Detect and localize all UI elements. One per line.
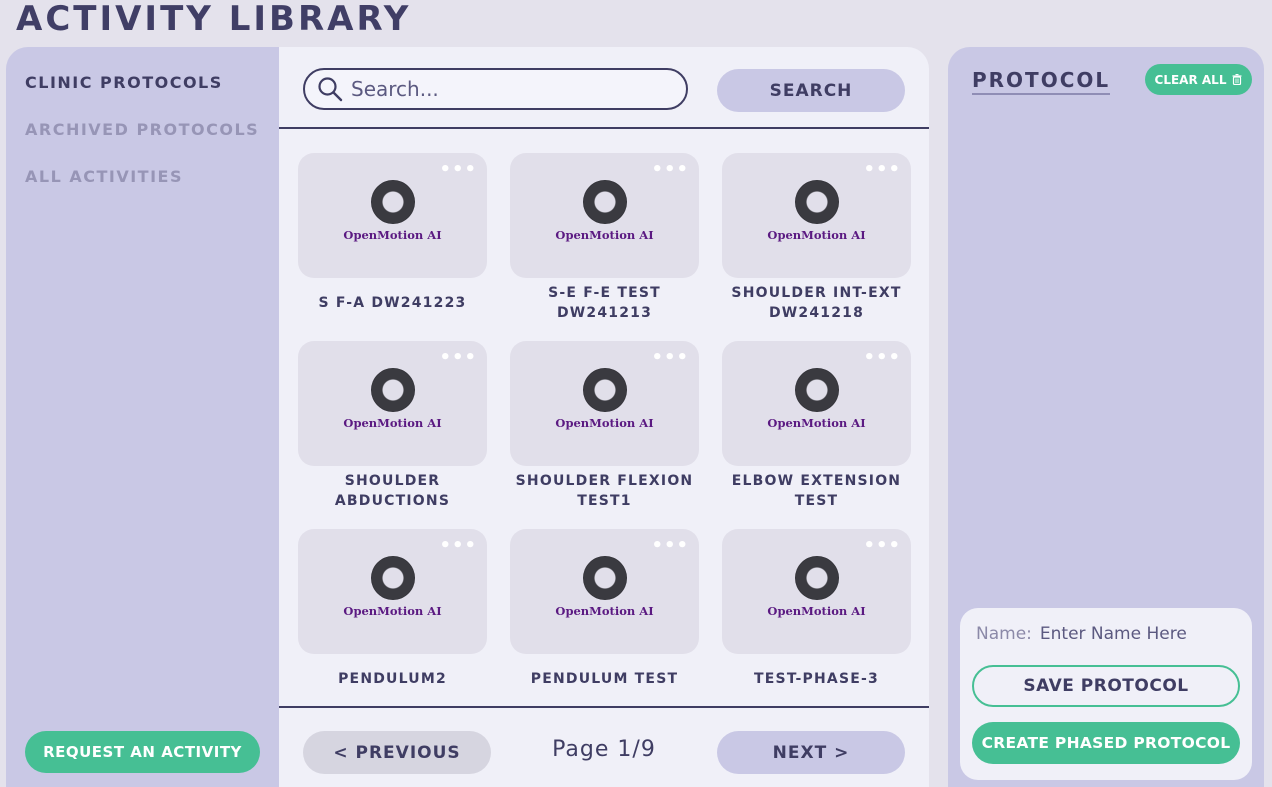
- logo-text: OpenMotion AI: [343, 604, 442, 618]
- logo-text: OpenMotion AI: [343, 228, 442, 242]
- protocol-title: PROTOCOL: [972, 68, 1111, 95]
- activity-label: PENDULUM TEST: [530, 671, 679, 687]
- activity-thumbnail[interactable]: ••• OpenMotion AI: [510, 529, 699, 654]
- logo-text: OpenMotion AI: [767, 228, 866, 242]
- activity-label: TEST-PHASE-3: [754, 671, 879, 687]
- save-protocol-button[interactable]: SAVE PROTOCOL: [972, 665, 1240, 707]
- activity-thumbnail[interactable]: ••• OpenMotion AI: [298, 153, 487, 278]
- openmotion-logo-icon: [794, 556, 839, 600]
- logo-text: OpenMotion AI: [767, 604, 866, 618]
- page-indicator: Page 1/9: [552, 737, 656, 762]
- protocol-panel: PROTOCOL CLEAR ALL Name: SAVE PROTOCOL C…: [948, 47, 1264, 787]
- search-icon: [318, 77, 343, 102]
- activity-label: PENDULUM2: [338, 671, 447, 687]
- name-label: Name:: [976, 624, 1032, 644]
- openmotion-logo-icon: [582, 556, 627, 600]
- openmotion-logo-icon: [794, 180, 839, 224]
- logo-text: OpenMotion AI: [555, 228, 654, 242]
- more-options-icon[interactable]: •••: [439, 161, 477, 179]
- protocol-name-input[interactable]: [1039, 624, 1240, 644]
- more-options-icon[interactable]: •••: [439, 537, 477, 555]
- activity-thumbnail[interactable]: ••• OpenMotion AI: [298, 529, 487, 654]
- logo-text: OpenMotion AI: [555, 416, 654, 430]
- activity-card[interactable]: ••• OpenMotion AI TEST-PHASE-3: [722, 529, 911, 717]
- more-options-icon[interactable]: •••: [439, 349, 477, 367]
- clear-all-button[interactable]: CLEAR ALL: [1145, 64, 1252, 95]
- more-options-icon[interactable]: •••: [863, 537, 901, 555]
- request-activity-button[interactable]: REQUEST AN ACTIVITY: [25, 731, 260, 773]
- openmotion-logo-icon: [370, 368, 415, 412]
- openmotion-logo-icon: [370, 180, 415, 224]
- openmotion-logo-icon: [582, 180, 627, 224]
- sidebar-item-archived-protocols[interactable]: ARCHIVED PROTOCOLS: [25, 120, 259, 139]
- name-row: Name:: [976, 624, 1240, 644]
- next-page-button[interactable]: NEXT >: [717, 731, 905, 774]
- activity-label: S-E F-E TEST DW241213: [548, 285, 661, 321]
- more-options-icon[interactable]: •••: [863, 161, 901, 179]
- sidebar: CLINIC PROTOCOLS ARCHIVED PROTOCOLS ALL …: [6, 47, 306, 787]
- activity-label: SHOULDER INT-EXT DW241218: [731, 285, 902, 321]
- search-input[interactable]: [351, 77, 671, 101]
- more-options-icon[interactable]: •••: [651, 161, 689, 179]
- previous-page-button[interactable]: < PREVIOUS: [303, 731, 491, 774]
- search-button[interactable]: SEARCH: [717, 69, 905, 112]
- trash-icon: [1232, 74, 1242, 85]
- openmotion-logo-icon: [370, 556, 415, 600]
- activity-card[interactable]: ••• OpenMotion AI S-E F-E TEST DW241213: [510, 153, 699, 341]
- activity-thumbnail[interactable]: ••• OpenMotion AI: [510, 153, 699, 278]
- activity-thumbnail[interactable]: ••• OpenMotion AI: [510, 341, 699, 466]
- activity-panel: SEARCH •••OpenMotion AIS F-A DW241223•••…: [279, 47, 929, 787]
- openmotion-logo-icon: [582, 368, 627, 412]
- sidebar-item-clinic-protocols[interactable]: CLINIC PROTOCOLS: [25, 73, 223, 92]
- search-bar[interactable]: [303, 68, 688, 110]
- page-title: ACTIVITY LIBRARY: [16, 0, 412, 39]
- logo-text: OpenMotion AI: [343, 416, 442, 430]
- activity-card[interactable]: ••• OpenMotion AI PENDULUM TEST: [510, 529, 699, 717]
- bottom-divider: [279, 706, 929, 708]
- activity-card[interactable]: ••• OpenMotion AI SHOULDER ABDUCTIONS: [298, 341, 487, 529]
- logo-text: OpenMotion AI: [555, 604, 654, 618]
- activity-thumbnail[interactable]: ••• OpenMotion AI: [722, 341, 911, 466]
- more-options-icon[interactable]: •••: [651, 537, 689, 555]
- create-phased-protocol-button[interactable]: CREATE PHASED PROTOCOL: [972, 722, 1240, 764]
- logo-text: OpenMotion AI: [767, 416, 866, 430]
- clear-all-label: CLEAR ALL: [1154, 72, 1227, 87]
- activity-card[interactable]: ••• OpenMotion AI ELBOW EXTENSION TEST: [722, 341, 911, 529]
- activity-card[interactable]: ••• OpenMotion AI SHOULDER FLEXION TEST1: [510, 341, 699, 529]
- save-protocol-box: Name: SAVE PROTOCOL CREATE PHASED PROTOC…: [960, 608, 1252, 780]
- activity-label: ELBOW EXTENSION TEST: [731, 473, 902, 509]
- more-options-icon[interactable]: •••: [863, 349, 901, 367]
- activity-label: S F-A DW241223: [318, 295, 467, 311]
- more-options-icon[interactable]: •••: [651, 349, 689, 367]
- activity-label: SHOULDER ABDUCTIONS: [334, 473, 451, 509]
- activity-card[interactable]: ••• OpenMotion AI SHOULDER INT-EXT DW24121…: [722, 153, 911, 341]
- activity-grid: ••• OpenMotion AI S F-A DW241223 ••• OpenMot…: [298, 153, 918, 717]
- sidebar-item-all-activities[interactable]: ALL ACTIVITIES: [25, 167, 183, 186]
- activity-thumbnail[interactable]: ••• OpenMotion AI: [722, 153, 911, 278]
- activity-thumbnail[interactable]: ••• OpenMotion AI: [722, 529, 911, 654]
- activity-thumbnail[interactable]: ••• OpenMotion AI: [298, 341, 487, 466]
- activity-card[interactable]: ••• OpenMotion AI PENDULUM2: [298, 529, 487, 717]
- top-divider: [279, 127, 929, 129]
- activity-card[interactable]: ••• OpenMotion AI S F-A DW241223: [298, 153, 487, 341]
- openmotion-logo-icon: [794, 368, 839, 412]
- activity-label: SHOULDER FLEXION TEST1: [515, 473, 694, 509]
